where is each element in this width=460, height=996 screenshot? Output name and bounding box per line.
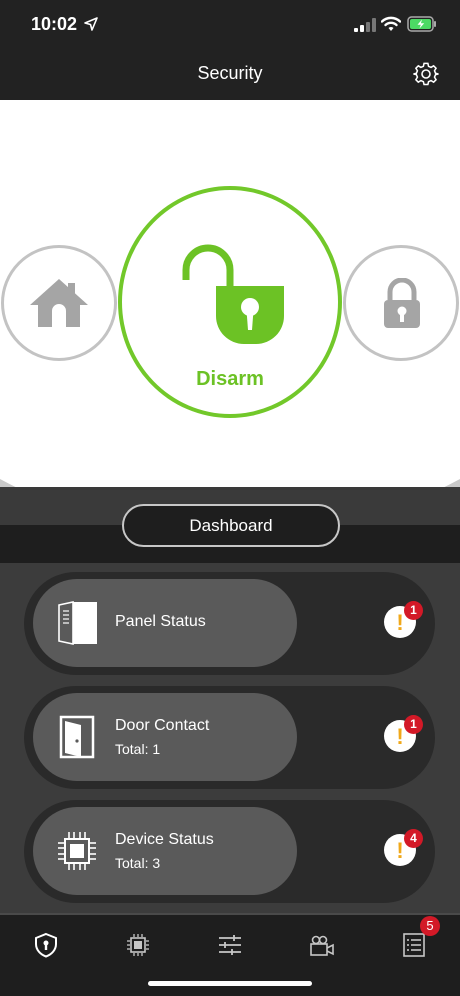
location-arrow-icon	[84, 17, 98, 31]
list-item-door-contact[interactable]: Door Contact Total: 1 ! 1	[24, 686, 435, 789]
lock-icon	[384, 278, 420, 328]
navigation-header: Security	[0, 48, 460, 100]
card-title: Panel Status	[115, 613, 206, 630]
card-pill: Panel Status	[33, 579, 297, 667]
home-indicator	[148, 981, 312, 986]
card-pill: Device Status Total: 3	[33, 807, 297, 895]
tab-security-shield-icon[interactable]	[32, 931, 60, 959]
arm-away-button[interactable]	[343, 245, 459, 361]
page-title: Security	[197, 63, 263, 83]
disarm-label: Disarm	[196, 368, 264, 390]
tab-video-camera-icon[interactable]	[308, 931, 336, 959]
panel-icon	[58, 601, 97, 645]
alert-count-badge: 4	[404, 829, 423, 848]
wifi-icon	[381, 16, 401, 31]
status-bar: 10:02	[0, 0, 460, 48]
status-time: 10:02	[31, 14, 78, 34]
card-title: Door Contact	[115, 717, 210, 734]
tab-history-list-icon[interactable]	[400, 931, 428, 959]
unlock-icon	[182, 244, 284, 344]
tab-devices-chip-icon[interactable]	[124, 931, 152, 959]
dashboard-button[interactable]: Dashboard	[122, 504, 340, 547]
card-title: Device Status	[115, 831, 214, 848]
alert-count-badge: 1	[404, 601, 423, 620]
list-item-panel-status[interactable]: Panel Status ! 1	[24, 572, 435, 675]
history-badge: 5	[420, 916, 440, 936]
door-icon	[59, 715, 95, 759]
card-pill: Door Contact Total: 1	[33, 693, 297, 781]
chip-icon	[58, 832, 96, 870]
arm-stay-button[interactable]	[1, 245, 117, 361]
home-icon	[30, 279, 88, 327]
list-item-device-status[interactable]: Device Status Total: 3 ! 4	[24, 800, 435, 903]
card-subtitle: Total: 3	[115, 855, 161, 871]
alert-count-badge: 1	[404, 715, 423, 734]
card-subtitle: Total: 1	[115, 741, 161, 757]
cell-signal-icon	[354, 18, 376, 32]
tab-controls-sliders-icon[interactable]	[216, 931, 244, 959]
battery-charging-icon	[407, 16, 436, 32]
disarm-button[interactable]: Disarm	[118, 186, 342, 418]
gear-icon[interactable]	[413, 61, 439, 87]
